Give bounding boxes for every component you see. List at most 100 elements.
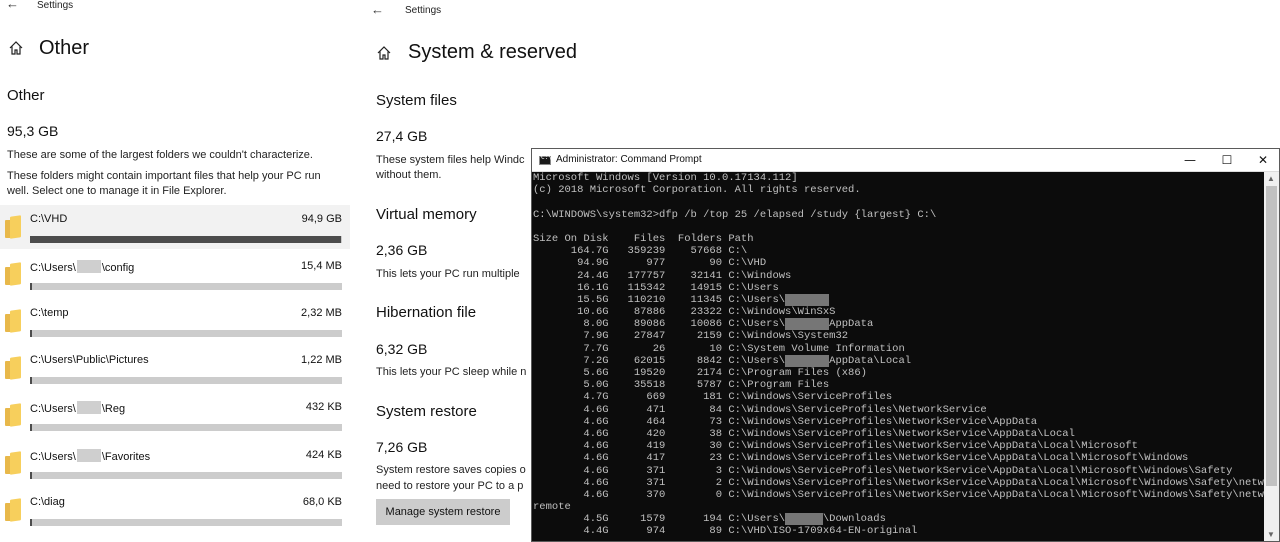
system-files-desc-2: without them. bbox=[376, 169, 442, 181]
settings-window-other: ← Settings Other Other 95,3 GB These are… bbox=[0, 0, 352, 542]
section-heading-system-files: System files bbox=[376, 92, 457, 109]
console-line: 4.6G 464 73 C:\Windows\ServiceProfiles\N… bbox=[533, 415, 1038, 428]
system-restore-desc-2: need to restore your PC to a p bbox=[376, 480, 524, 492]
console-output[interactable]: Microsoft Windows [Version 10.0.17134.11… bbox=[532, 172, 1265, 541]
folder-icon bbox=[5, 215, 21, 239]
virtual-memory-desc: This lets your PC run multiple bbox=[376, 268, 520, 280]
section-heading: Other bbox=[7, 87, 45, 104]
folder-path: C:\diag bbox=[30, 496, 65, 508]
console-line: 10.6G 87886 23322 C:\Windows\WinSxS bbox=[533, 306, 836, 319]
minimize-icon[interactable]: — bbox=[1173, 149, 1207, 172]
command-prompt-window[interactable]: C:\ Administrator: Command Prompt — ☐ ✕ … bbox=[531, 148, 1280, 542]
usage-bar-fill bbox=[30, 424, 32, 431]
usage-bar bbox=[30, 283, 342, 290]
folder-row[interactable]: C:\Users\ \Favorites 424 KB bbox=[0, 441, 350, 485]
folder-path: C:\Users\Public\Pictures bbox=[30, 354, 149, 366]
console-line: 4.6G 371 3 C:\Windows\ServiceProfiles\Ne… bbox=[533, 464, 1233, 477]
usage-bar-fill bbox=[30, 377, 32, 384]
folder-size: 424 KB bbox=[305, 449, 342, 461]
folder-row[interactable]: C:\VHD 94,9 GB bbox=[0, 205, 350, 249]
console-line: 7.2G 62015 8842 C:\Users\ AppData\Local bbox=[533, 354, 912, 368]
close-icon[interactable]: ✕ bbox=[1246, 149, 1280, 172]
section-heading-system-restore: System restore bbox=[376, 403, 477, 420]
folder-size: 15,4 MB bbox=[301, 260, 342, 272]
folder-path: C:\Users\ \Reg bbox=[30, 401, 126, 415]
folder-icon bbox=[5, 403, 21, 427]
usage-bar bbox=[30, 519, 342, 526]
description-line: well. Select one to manage it in File Ex… bbox=[7, 185, 227, 197]
console-line: remote bbox=[533, 501, 571, 514]
usage-bar-fill bbox=[30, 330, 32, 337]
home-icon bbox=[377, 46, 391, 60]
folder-icon bbox=[5, 356, 21, 380]
scroll-up-icon[interactable]: ▲ bbox=[1267, 174, 1275, 183]
folder-path: C:\VHD bbox=[30, 213, 68, 225]
folder-path: C:\Users\ \Favorites bbox=[30, 449, 151, 463]
console-line: 5.0G 35518 5787 C:\Program Files bbox=[533, 379, 830, 392]
scrollbar-thumb[interactable] bbox=[1266, 186, 1277, 486]
folder-icon bbox=[5, 451, 21, 475]
console-line: 4.6G 471 84 C:\Windows\ServiceProfiles\N… bbox=[533, 403, 987, 416]
console-line: 4.5G 1579 194 C:\Users\ \Downloads bbox=[533, 513, 886, 526]
redacted-username bbox=[76, 449, 101, 462]
vertical-scrollbar[interactable]: ▲ ▼ bbox=[1264, 172, 1279, 541]
page-title: System & reserved bbox=[408, 41, 577, 63]
redacted-username bbox=[785, 318, 830, 331]
folder-size: 432 KB bbox=[305, 401, 342, 413]
console-line: 4.7G 669 181 C:\Windows\ServiceProfiles bbox=[533, 391, 893, 404]
folder-row[interactable]: C:\Users\ \Reg 432 KB bbox=[0, 393, 350, 437]
folder-row[interactable]: C:\Users\Public\Pictures 1,22 MB bbox=[0, 346, 350, 390]
folder-size: 2,32 MB bbox=[301, 307, 342, 319]
folder-size: 68,0 KB bbox=[302, 496, 342, 508]
maximize-icon[interactable]: ☐ bbox=[1210, 149, 1244, 172]
section-heading-hibernation: Hibernation file bbox=[376, 304, 477, 321]
usage-bar bbox=[30, 472, 342, 479]
usage-bar-fill bbox=[30, 283, 32, 290]
console-line: Microsoft Windows [Version 10.0.17134.11… bbox=[533, 172, 798, 184]
folder-row[interactable]: C:\Users\ \config 15,4 MB bbox=[0, 252, 350, 296]
virtual-memory-size: 2,36 GB bbox=[376, 242, 428, 258]
folder-size: 94,9 GB bbox=[301, 213, 342, 225]
manage-system-restore-button[interactable]: Manage system restore bbox=[376, 499, 510, 525]
console-line: 16.1G 115342 14915 C:\Users bbox=[533, 281, 779, 294]
page-title: Other bbox=[39, 37, 90, 59]
hibernation-size: 6,32 GB bbox=[376, 341, 428, 357]
redacted-username bbox=[785, 513, 823, 526]
window-title: Settings bbox=[405, 5, 442, 16]
console-line: 4.6G 371 2 C:\Windows\ServiceProfiles\Ne… bbox=[533, 476, 1265, 489]
back-icon[interactable]: ← bbox=[6, 0, 19, 11]
folder-path: C:\Users\ \config bbox=[30, 260, 135, 274]
usage-bar-fill bbox=[30, 519, 32, 526]
description: These are some of the largest folders we… bbox=[7, 149, 313, 161]
redacted-username bbox=[785, 354, 830, 368]
hibernation-desc: This lets your PC sleep while n bbox=[376, 366, 527, 378]
console-line: 4.4G 974 89 C:\VHD\ISO-1709x64-EN-origin… bbox=[533, 525, 918, 538]
total-size: 95,3 GB bbox=[7, 123, 59, 139]
usage-bar bbox=[30, 424, 342, 431]
console-line: 24.4G 177757 32141 C:\Windows bbox=[533, 269, 792, 282]
console-line: Size On Disk Files Folders Path bbox=[533, 232, 754, 245]
console-line: (c) 2018 Microsoft Corporation. All righ… bbox=[533, 184, 861, 197]
console-line: 4.6G 417 23 C:\Windows\ServiceProfiles\N… bbox=[533, 452, 1189, 465]
cmd-window-title: Administrator: Command Prompt bbox=[556, 154, 702, 165]
back-icon[interactable]: ← bbox=[371, 2, 384, 17]
console-line: 4.6G 420 38 C:\Windows\ServiceProfiles\N… bbox=[533, 427, 1075, 440]
folder-row[interactable]: C:\diag 68,0 KB bbox=[0, 488, 350, 532]
home-icon bbox=[9, 41, 23, 55]
console-line: 7.9G 27847 2159 C:\Windows\System32 bbox=[533, 330, 849, 343]
redacted-username bbox=[785, 293, 830, 307]
usage-bar-fill bbox=[30, 236, 341, 243]
system-files-size: 27,4 GB bbox=[376, 128, 428, 144]
folder-path: C:\temp bbox=[30, 307, 69, 319]
folder-icon bbox=[5, 309, 21, 333]
section-heading-virtual-memory: Virtual memory bbox=[376, 206, 477, 223]
folder-row[interactable]: C:\temp 2,32 MB bbox=[0, 299, 350, 343]
redacted-username bbox=[76, 260, 101, 273]
cmd-app-icon-text: C:\ bbox=[541, 154, 552, 161]
usage-bar-fill bbox=[30, 472, 32, 479]
console-line: C:\WINDOWS\system32>dfp /b /top 25 /elap… bbox=[533, 208, 937, 221]
cmd-titlebar[interactable]: C:\ Administrator: Command Prompt — ☐ ✕ bbox=[532, 149, 1279, 172]
scroll-down-icon[interactable]: ▼ bbox=[1267, 530, 1275, 539]
